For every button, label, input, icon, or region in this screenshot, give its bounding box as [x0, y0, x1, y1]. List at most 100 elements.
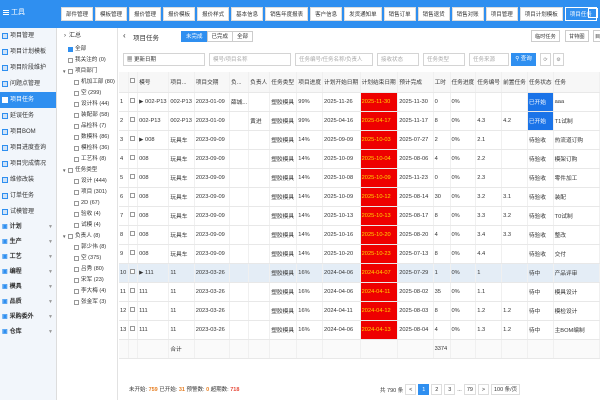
tree-node[interactable]: 数模科 (86) — [58, 132, 117, 143]
tree-node[interactable]: ▼ 项目部门 — [58, 66, 117, 77]
row-checkbox[interactable] — [129, 193, 135, 198]
column-header[interactable]: 工时 — [433, 72, 451, 93]
table-row[interactable]: 13 111 11 2023-03-26 塑胶模具 16% 2024-04-06 2024-0… — [119, 320, 600, 340]
tree-node[interactable]: 吕秀 (80) — [58, 264, 117, 275]
row-checkbox[interactable] — [129, 307, 135, 312]
date-filter[interactable]: ▦ 更新日期 — [123, 53, 205, 66]
checkbox[interactable] — [74, 190, 79, 195]
segment-tab[interactable]: 已完成 — [206, 31, 234, 42]
tree-node[interactable]: 项目 (301) — [58, 187, 117, 198]
column-header[interactable]: 项目... — [168, 72, 195, 93]
table-row[interactable]: 3 ▶ 008 玩具车 2023-09-09 塑胶模具 14% 2025-09-09 2025… — [119, 130, 600, 150]
refresh-icon[interactable]: ⟳ — [540, 53, 551, 66]
tree-node[interactable]: 模检科 (36) — [58, 143, 117, 154]
table-row[interactable]: 11 111 11 2023-03-26 塑胶模具 16% 2024-04-06 2024-0… — [119, 282, 600, 302]
column-header[interactable]: 计划结束日期 — [360, 72, 399, 93]
checkbox[interactable] — [74, 157, 79, 162]
sidebar-group[interactable]: ▣ 品质 ▼ — [0, 295, 56, 310]
checkbox[interactable] — [74, 201, 79, 206]
gantt-button[interactable]: 甘特图 — [565, 30, 589, 42]
checkbox[interactable] — [74, 223, 79, 228]
collapse-icon[interactable]: ‹ — [123, 31, 126, 40]
checkbox[interactable] — [74, 124, 79, 129]
sidebar-item[interactable]: 延误任务 — [0, 108, 56, 124]
row-checkbox[interactable] — [129, 269, 135, 274]
tree-node[interactable]: 我关注的 (0) — [58, 55, 117, 66]
prev-page-button[interactable]: < — [405, 384, 417, 395]
tree-node[interactable]: 品检科 (7) — [58, 121, 117, 132]
row-checkbox[interactable] — [129, 212, 135, 217]
column-header[interactable]: 计划开始日期 — [322, 72, 361, 93]
checkbox[interactable] — [74, 300, 79, 305]
type-filter-select[interactable]: 任务类型 — [423, 53, 465, 66]
sidebar-group[interactable]: ▣ 计划 ▼ — [0, 220, 56, 235]
task-filter-input[interactable]: 任务编号/任务名称/负责人 — [295, 53, 373, 66]
checkbox[interactable] — [68, 58, 73, 63]
checkbox[interactable] — [74, 278, 79, 283]
tree-node[interactable]: 全部 — [58, 44, 117, 55]
sidebar-group[interactable]: ▣ 编程 ▼ — [0, 265, 56, 280]
top-tab[interactable]: 客户信息 — [310, 7, 343, 21]
column-header[interactable]: 前置任务 — [501, 72, 528, 93]
sidebar-item[interactable]: 项目计划模板 — [0, 44, 56, 60]
checkbox[interactable] — [74, 212, 79, 217]
column-header[interactable]: 任务 — [553, 72, 600, 93]
top-tab[interactable]: 项目管理 — [485, 7, 518, 21]
select-all-checkbox[interactable] — [129, 78, 135, 84]
column-header[interactable]: 预计完成 — [397, 72, 434, 93]
sidebar-item[interactable]: 项目管理 — [0, 28, 56, 44]
temp-task-button[interactable]: 临时任务 — [531, 30, 560, 42]
tree-node[interactable]: 验收 (4) — [58, 209, 117, 220]
top-tab[interactable]: 发货通知单 — [344, 7, 382, 21]
page-button[interactable]: 3 — [444, 384, 456, 395]
column-header[interactable]: 模号 — [137, 72, 170, 93]
sidebar-group[interactable]: ▣ 仓库 ▼ — [0, 325, 56, 340]
column-header[interactable] — [128, 72, 139, 93]
checkbox[interactable] — [74, 267, 79, 272]
table-row[interactable]: 4 008 玩具车 2023-09-09 塑胶模具 14% 2025-10-09 2025-1… — [119, 149, 600, 169]
column-header[interactable] — [119, 72, 129, 93]
sidebar-item[interactable]: 项目进度查询 — [0, 140, 56, 156]
tree-node[interactable]: 设计 (444) — [58, 176, 117, 187]
page-button[interactable]: 2 — [431, 384, 443, 395]
checkbox[interactable] — [68, 47, 73, 52]
column-header[interactable]: 任务进度 — [450, 72, 477, 93]
tree-node[interactable]: 2D (67) — [58, 198, 117, 209]
segment-tab[interactable]: 全部 — [232, 31, 254, 42]
source-filter-select[interactable]: 任务来源 — [469, 53, 509, 66]
sidebar-item[interactable]: 问题点管理 — [0, 76, 56, 92]
checkbox[interactable] — [74, 179, 79, 184]
tree-node[interactable]: 工艺科 (8) — [58, 154, 117, 165]
checkbox[interactable] — [74, 91, 79, 96]
top-tab[interactable]: 销售退货 — [417, 7, 450, 21]
top-tab[interactable]: 报价样式 — [197, 7, 230, 21]
table-row[interactable]: 9 008 玩具车 2023-09-09 塑胶模具 14% 2025-10-20 2025-1… — [119, 244, 600, 264]
page-button[interactable]: 1 — [418, 384, 430, 395]
checkbox[interactable] — [74, 245, 79, 250]
checkbox[interactable] — [68, 168, 73, 173]
top-tab[interactable]: 销售订单 — [383, 7, 416, 21]
sidebar-item[interactable]: 项目完成情况 — [0, 156, 56, 172]
checkbox[interactable] — [74, 102, 79, 107]
sidebar-item[interactable]: 项目任务 — [0, 92, 56, 108]
page-button[interactable]: 79 — [463, 384, 476, 395]
top-tab[interactable]: 销售对账 — [451, 7, 484, 21]
sidebar-item[interactable]: 项目阶段维护 — [0, 60, 56, 76]
tree-node[interactable]: 试模 (4) — [58, 220, 117, 231]
search-button[interactable]: ⚲ 查询 — [511, 53, 536, 66]
row-checkbox[interactable] — [129, 326, 135, 331]
table-row[interactable]: 8 008 玩具车 2023-09-09 塑胶模具 14% 2025-10-16 2025-1… — [119, 225, 600, 245]
column-header[interactable]: 负... — [229, 72, 250, 93]
tree-node[interactable]: ▼ 负责人 (8) — [58, 231, 117, 242]
checkbox[interactable] — [74, 113, 79, 118]
tree-node[interactable]: 空 (299) — [58, 88, 117, 99]
sidebar-group[interactable]: ▣ 采购委外 ▼ — [0, 310, 56, 325]
sidebar-item[interactable]: 试模管理 — [0, 204, 56, 220]
table-row[interactable]: 12 111 11 2023-03-26 塑胶模具 16% 2024-04-11 2024-0… — [119, 301, 600, 321]
table-row[interactable]: 6 008 玩具车 2023-09-09 塑胶模具 14% 2025-10-09 2025-1… — [119, 187, 600, 207]
top-tab[interactable]: 销售年度报表 — [265, 7, 309, 21]
top-tab[interactable]: 部件管理 — [61, 7, 94, 21]
table-row[interactable]: 1 ▶ 002-P13 002-P13 2023-01-09 薛城... 塑胶模具 99% 2… — [119, 92, 600, 112]
tree-header[interactable]: › 汇总 — [58, 28, 117, 44]
checkbox[interactable] — [74, 256, 79, 261]
